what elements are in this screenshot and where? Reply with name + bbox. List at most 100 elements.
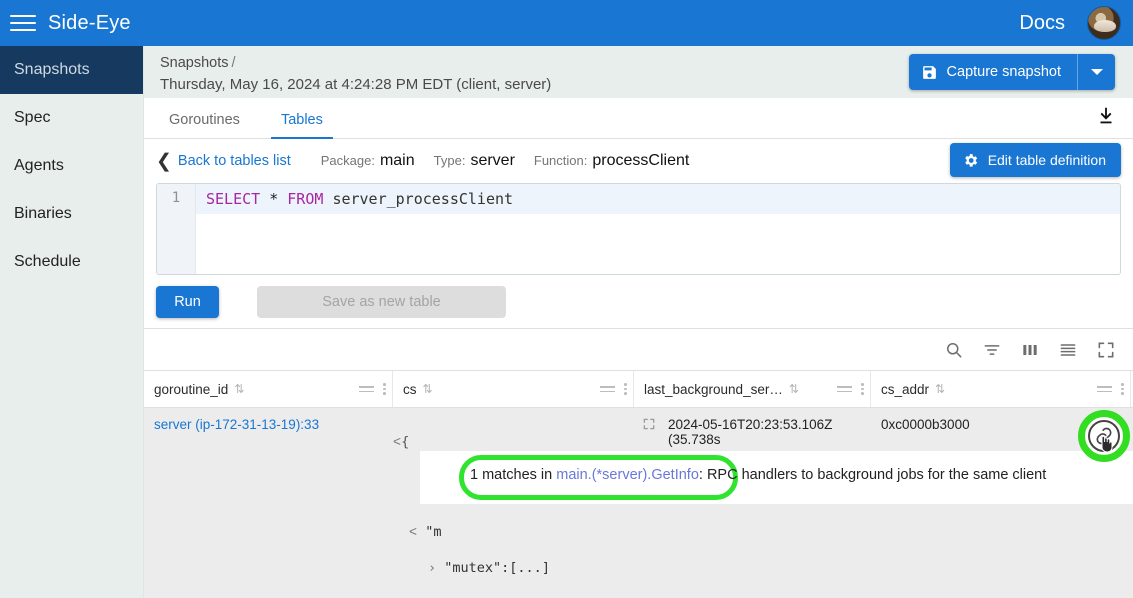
- package-value: main: [379, 152, 415, 169]
- tab-label: Goroutines: [169, 112, 240, 128]
- column-header-cs[interactable]: cs ⇅: [393, 371, 634, 407]
- json-line: {: [401, 434, 410, 450]
- sort-icon[interactable]: ⇅: [935, 382, 945, 396]
- breadcrumb-separator: /: [231, 55, 236, 71]
- app-root: Side-Eye Docs Snapshots Spec Agents Bina…: [0, 0, 1133, 598]
- column-header-last-background-service[interactable]: last_background_ser… ⇅: [634, 371, 871, 407]
- column-actions: [359, 383, 386, 395]
- back-to-tables-list-link[interactable]: ❮ Back to tables list: [156, 152, 291, 171]
- package-label: Package:: [320, 153, 375, 168]
- column-label: last_background_ser…: [644, 381, 783, 397]
- grid-toolbar: [144, 329, 1133, 370]
- tooltip-function-link[interactable]: main.(*server).GetInfo: [556, 467, 699, 483]
- main-content: Snapshots / Thursday, May 16, 2024 at 4:2…: [144, 46, 1133, 598]
- columns-icon[interactable]: [1019, 339, 1041, 361]
- sidebar-item-label: Binaries: [14, 205, 72, 222]
- resize-icon[interactable]: [600, 383, 616, 395]
- sort-icon[interactable]: ⇅: [789, 382, 799, 396]
- column-header-goroutine-id[interactable]: goroutine_id ⇅: [144, 371, 393, 407]
- filter-icon[interactable]: [981, 339, 1003, 361]
- json-twisty[interactable]: ˂: [409, 524, 417, 540]
- gear-icon: [964, 153, 977, 167]
- chevron-down-icon: [1090, 69, 1103, 75]
- capture-snapshot-button[interactable]: Capture snapshot: [908, 54, 1077, 90]
- type-value: server: [470, 152, 515, 169]
- line-number: 1: [171, 190, 181, 206]
- grid-header-row: goroutine_id ⇅ cs ⇅ last_background_ser……: [144, 370, 1133, 408]
- hamburger-icon[interactable]: [10, 13, 36, 33]
- table-meta: Package: main Type: server Function: pro…: [321, 152, 690, 170]
- column-actions: [837, 383, 864, 395]
- save-as-new-table-button[interactable]: Save as new table: [257, 286, 506, 318]
- query-actions: Run Save as new table: [144, 275, 1133, 328]
- sql-keyword-select: SELECT: [206, 190, 261, 208]
- column-menu-icon[interactable]: [383, 383, 386, 395]
- sort-icon[interactable]: ⇅: [423, 382, 433, 396]
- function-value: processClient: [592, 152, 690, 169]
- column-label: cs_addr: [881, 381, 930, 397]
- fullscreen-icon[interactable]: [1095, 339, 1117, 361]
- docs-link[interactable]: Docs: [1019, 12, 1065, 35]
- sql-query-line: SELECT * FROM server_processClient: [196, 184, 1120, 214]
- sql-star: *: [269, 190, 279, 208]
- capture-snapshot-group: Capture snapshot: [908, 54, 1115, 90]
- breadcrumb-root[interactable]: Snapshots: [160, 55, 229, 71]
- tab-bar: Goroutines Tables: [144, 98, 1133, 139]
- run-button[interactable]: Run: [156, 286, 219, 318]
- resize-icon[interactable]: [837, 383, 853, 395]
- sql-table-name: server_processClient: [332, 190, 514, 208]
- fullscreen-cell-icon[interactable]: [642, 417, 656, 434]
- json-twisty[interactable]: ›: [428, 560, 436, 576]
- capture-snapshot-label: Capture snapshot: [946, 64, 1061, 80]
- column-label: goroutine_id: [154, 381, 229, 397]
- sidebar-item-label: Snapshots: [14, 61, 90, 78]
- table-definition-bar: ❮ Back to tables list Package: main Type…: [144, 139, 1133, 183]
- tooltip-count: 1 matches in: [470, 467, 557, 483]
- json-line: "m: [425, 524, 442, 540]
- avatar[interactable]: [1087, 6, 1121, 40]
- column-actions: [600, 383, 627, 395]
- cell-value: 2024-05-16T20:23:53.106Z (35.738s: [668, 417, 833, 447]
- sidebar: Snapshots Spec Agents Binaries Schedule: [0, 46, 144, 598]
- tab-goroutines[interactable]: Goroutines: [153, 112, 256, 138]
- save-icon: [922, 65, 936, 79]
- editor-code-area[interactable]: SELECT * FROM server_processClient: [196, 184, 1120, 274]
- edit-table-definition-button[interactable]: Edit table definition: [949, 143, 1121, 177]
- cell-value: 0xc0000b3000: [881, 417, 970, 432]
- resize-icon[interactable]: [359, 383, 375, 395]
- download-icon[interactable]: [1095, 105, 1117, 132]
- sidebar-item-schedule[interactable]: Schedule: [0, 238, 143, 286]
- type-label: Type:: [433, 153, 466, 168]
- sql-keyword-from: FROM: [287, 190, 324, 208]
- sidebar-item-spec[interactable]: Spec: [0, 94, 143, 142]
- column-label: cs: [403, 381, 417, 397]
- sql-editor[interactable]: 1 SELECT * FROM server_processClient: [156, 183, 1121, 275]
- column-menu-icon[interactable]: [624, 383, 627, 395]
- sidebar-item-snapshots[interactable]: Snapshots: [0, 46, 143, 94]
- search-icon[interactable]: [943, 339, 965, 361]
- top-app-bar: Side-Eye Docs: [0, 0, 1133, 46]
- sort-icon[interactable]: ⇅: [234, 382, 244, 396]
- column-menu-icon[interactable]: [1121, 383, 1124, 395]
- tab-label: Tables: [280, 112, 323, 128]
- sidebar-item-binaries[interactable]: Binaries: [0, 190, 143, 238]
- app-title: Side-Eye: [48, 11, 131, 34]
- sidebar-item-agents[interactable]: Agents: [0, 142, 143, 190]
- json-twisty[interactable]: ˂: [393, 434, 401, 450]
- hand-cursor: [1101, 435, 1113, 453]
- tab-tables[interactable]: Tables: [265, 112, 339, 139]
- column-actions: [1097, 383, 1124, 395]
- editor-gutter: 1: [157, 184, 196, 274]
- match-tooltip-text: 1 matches in main.(*server).GetInfo: RPC…: [470, 467, 1046, 483]
- column-header-cs-addr[interactable]: cs_addr ⇅: [871, 371, 1131, 407]
- tooltip-description: RPC handlers to background jobs for the …: [706, 467, 1047, 483]
- chevron-left-icon: ❮: [156, 150, 172, 172]
- resize-icon[interactable]: [1097, 383, 1113, 395]
- cell-goroutine-id: server (ip-172-31-13-19):33: [144, 408, 393, 598]
- capture-snapshot-dropdown[interactable]: [1077, 54, 1115, 90]
- density-icon[interactable]: [1057, 339, 1079, 361]
- sidebar-item-label: Schedule: [14, 253, 81, 270]
- sidebar-item-label: Agents: [14, 157, 64, 174]
- column-menu-icon[interactable]: [861, 383, 864, 395]
- goroutine-link[interactable]: server (ip-172-31-13-19):33: [154, 417, 319, 432]
